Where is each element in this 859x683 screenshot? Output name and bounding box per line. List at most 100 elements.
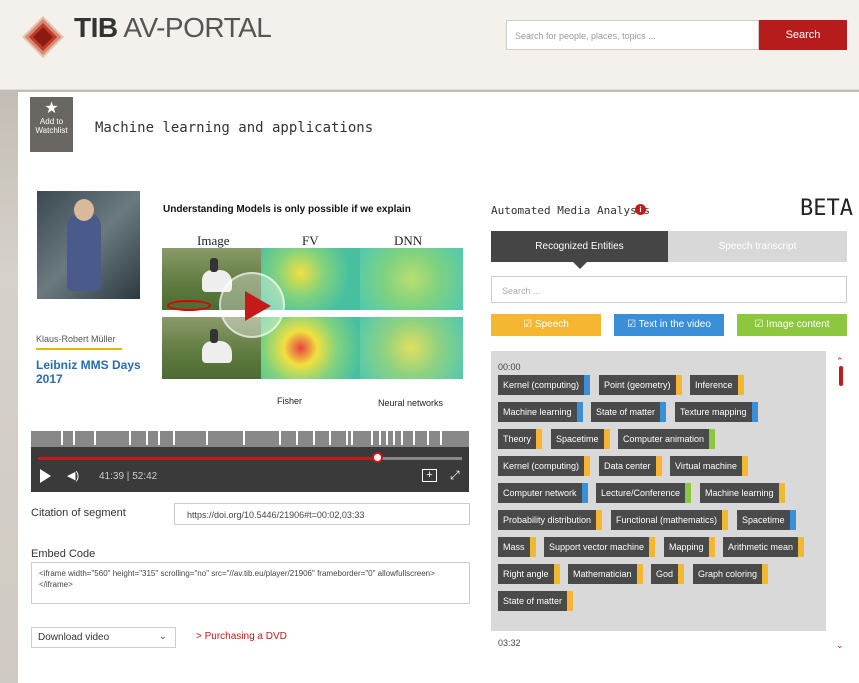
tab-recognized-entities[interactable]: Recognized Entities (491, 231, 668, 269)
entity-chip[interactable]: Kernel (computing) (498, 375, 591, 395)
entity-chip[interactable]: Probability distribution (498, 510, 603, 530)
entity-chip[interactable]: Arithmetic mean (723, 537, 805, 557)
slide-highlight (167, 300, 211, 311)
citation-label: Citation of segment (31, 507, 126, 519)
play-overlay-button[interactable] (219, 272, 285, 338)
play-icon (245, 291, 271, 321)
segment-marker[interactable] (206, 431, 208, 445)
segment-marker[interactable] (73, 431, 75, 445)
slide-heatmap (360, 248, 463, 310)
segment-marker[interactable] (351, 431, 353, 445)
slide-caption: Neural networks (378, 398, 444, 408)
segment-marker[interactable] (393, 431, 395, 445)
segment-marker[interactable] (427, 431, 429, 445)
entity-chip[interactable]: Lecture/Conference (596, 483, 692, 503)
citation-field[interactable]: https://doi.org/10.5446/21906#t=00:02,03… (174, 503, 470, 525)
site-header: TIB AV-PORTAL Search for people, places,… (0, 0, 859, 90)
global-search-input[interactable]: Search for people, places, topics ... (506, 20, 759, 50)
entity-chip[interactable]: Virtual machine (670, 456, 748, 476)
entity-chip[interactable]: Point (geometry) (599, 375, 682, 395)
analysis-title: Automated Media Analysis (491, 204, 650, 217)
slide-column-image: Image (197, 233, 230, 248)
segment-marker[interactable] (146, 431, 148, 445)
search-button[interactable]: Search (759, 20, 847, 50)
entity-chip[interactable]: Functional (mathematics) (611, 510, 729, 530)
entity-chip[interactable]: Machine learning (498, 402, 583, 422)
embed-code-field[interactable]: <iframe width="560" height="315" scrolli… (31, 562, 470, 604)
tib-logo-icon[interactable] (18, 12, 70, 64)
filter-speech-button[interactable]: ☑ Speech (491, 314, 601, 336)
entity-chip[interactable]: Theory (498, 429, 543, 449)
entity-chip[interactable]: Data center (599, 456, 662, 476)
entity-chip[interactable]: Mapping (664, 537, 715, 557)
slide-title: Understanding Models is only possible if… (163, 204, 411, 215)
segment-marker[interactable] (61, 431, 63, 445)
segment-timeline[interactable] (31, 431, 469, 447)
entity-chip[interactable]: Spacetime (551, 429, 610, 449)
segment-marker[interactable] (413, 431, 415, 445)
site-logo-text[interactable]: TIB AV-PORTAL (74, 12, 272, 44)
entity-search-input[interactable]: Search ... (491, 276, 847, 303)
add-to-watchlist-button[interactable]: ★ Add to Watchlist (30, 97, 73, 152)
download-video-select[interactable]: Download video ⌄ (31, 627, 176, 648)
segment-marker[interactable] (129, 431, 131, 445)
progress-handle[interactable] (372, 452, 384, 463)
entity-chip[interactable]: God (651, 564, 685, 584)
entity-chip[interactable]: Inference (690, 375, 744, 395)
entity-chip[interactable]: Spacetime (737, 510, 796, 530)
embed-code-label: Embed Code (31, 548, 96, 560)
event-name: Leibniz MMS Days 2017 (36, 358, 141, 386)
entity-chip[interactable]: Support vector machine (544, 537, 656, 557)
entity-chip[interactable]: Kernel (computing) (498, 456, 591, 476)
entity-chip[interactable]: Right angle (498, 564, 560, 584)
entity-chip[interactable]: Computer animation (618, 429, 716, 449)
segment-marker[interactable] (371, 431, 373, 445)
segment-marker[interactable] (329, 431, 331, 445)
segment-end-time: 03:32 (498, 638, 521, 648)
scrollbar-thumb[interactable] (839, 366, 843, 386)
info-icon[interactable]: i (635, 204, 646, 215)
segment-marker[interactable] (379, 431, 381, 445)
entity-chip[interactable]: Machine learning (700, 483, 785, 503)
segment-marker[interactable] (440, 431, 442, 445)
segment-marker[interactable] (243, 431, 245, 445)
slide-caption: Fisher (277, 396, 303, 406)
fullscreen-icon[interactable]: ⤢ (450, 468, 460, 483)
slide-heatmap (360, 317, 463, 379)
filter-text-in-video-button[interactable]: ☑ Text in the video (614, 314, 724, 336)
play-icon[interactable] (40, 469, 51, 483)
video-player[interactable]: Klaus-Robert Müller Leibniz MMS Days 201… (31, 186, 469, 431)
segment-marker[interactable] (313, 431, 315, 445)
add-segment-icon[interactable]: + (422, 469, 437, 482)
watchlist-label: Add to Watchlist (35, 117, 68, 135)
slide-column-dnn: DNN (394, 233, 423, 248)
segment-start-time: 00:00 (498, 362, 521, 372)
segment-marker[interactable] (346, 431, 348, 445)
page-title: Machine learning and applications (95, 120, 374, 136)
tab-speech-transcript[interactable]: Speech transcript (668, 231, 847, 262)
segment-marker[interactable] (158, 431, 160, 445)
progress-fill (38, 457, 378, 460)
slide-column-fv: FV (302, 233, 319, 248)
segment-marker[interactable] (401, 431, 403, 445)
speaker-name: Klaus-Robert Müller (36, 334, 116, 344)
entity-chip[interactable]: Mass (498, 537, 536, 557)
entity-chip[interactable]: Computer network (498, 483, 588, 503)
entity-chip[interactable]: State of matter (591, 402, 667, 422)
entity-chip[interactable]: Graph coloring (693, 564, 769, 584)
entity-chip[interactable]: Mathematician (568, 564, 643, 584)
segment-marker[interactable] (279, 431, 281, 445)
segment-marker[interactable] (94, 431, 96, 445)
purchase-dvd-link[interactable]: > Purchasing a DVD (196, 631, 287, 642)
beta-badge: BETA (800, 196, 853, 221)
segment-marker[interactable] (386, 431, 388, 445)
segment-marker[interactable] (173, 431, 175, 445)
entity-chip[interactable]: Texture mapping (675, 402, 758, 422)
scroll-down-icon[interactable]: ⌄ (836, 640, 844, 651)
player-controls: ◀) 41:39 | 52:42 + ⤢ (31, 447, 469, 492)
filter-image-content-button[interactable]: ☑ Image content (737, 314, 847, 336)
volume-icon[interactable]: ◀) (67, 469, 79, 482)
entity-chip[interactable]: State of matter (498, 591, 574, 611)
segment-marker[interactable] (296, 431, 298, 445)
speaker-thumbnail (37, 191, 140, 299)
